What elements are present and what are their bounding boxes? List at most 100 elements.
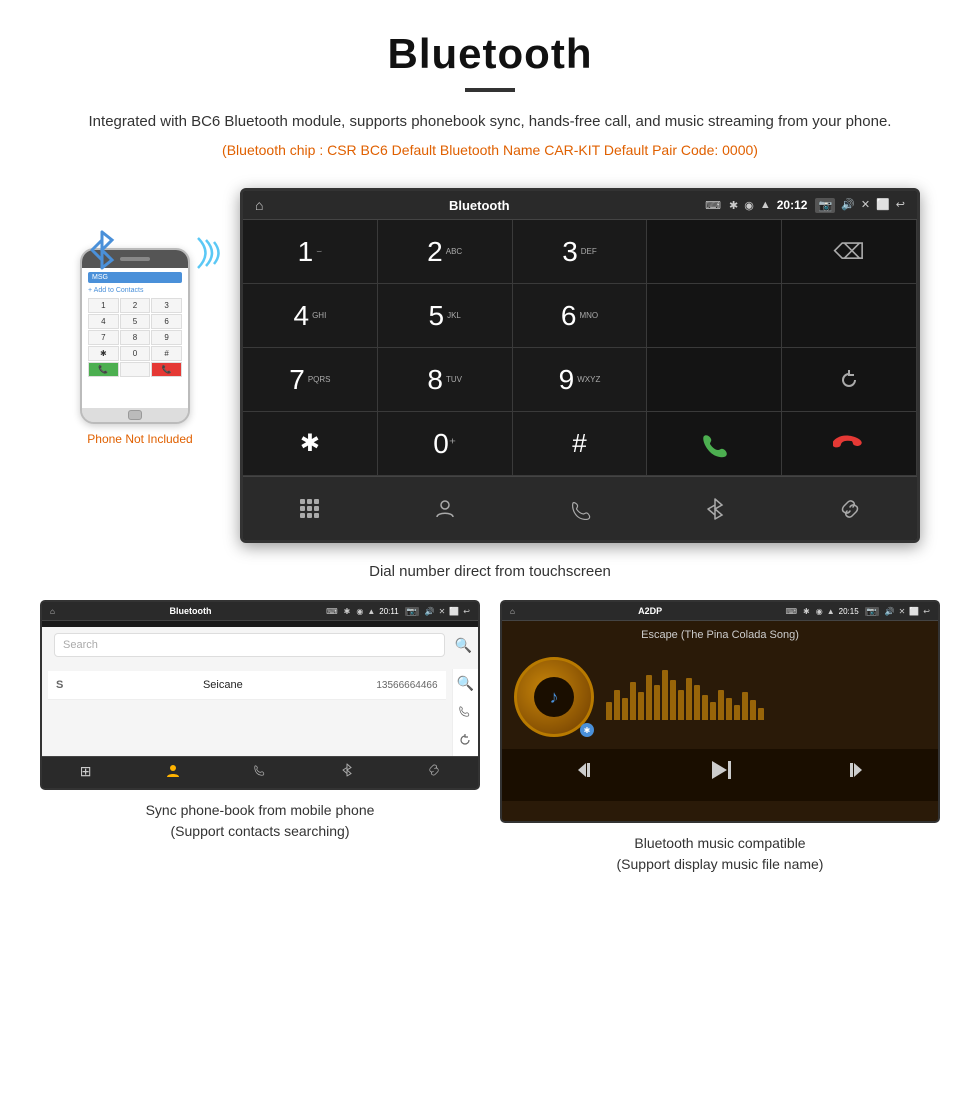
pb-main: S Seicane 13566664466 🔍: [42, 669, 478, 756]
dial-key-star[interactable]: ✱: [243, 412, 378, 476]
bottom-nav: [243, 476, 917, 540]
pb-list: S Seicane 13566664466: [42, 669, 452, 756]
location-icon: ◉: [744, 199, 754, 212]
phone-area: MSG + Add to Contacts 123 456 789 ✱0# 📞 …: [60, 188, 220, 446]
bottom-screenshots: ⌂ Bluetooth ⌨ ✱ ◉ ▲ 20:11 📷 🔊 ✕ ⬜ ↩ Sear…: [0, 600, 980, 895]
music-controls: [502, 749, 938, 801]
music-top-area: ♪ ✱: [502, 645, 938, 749]
music-caption-line1: Bluetooth music compatible: [617, 833, 824, 854]
dial-key-5[interactable]: 5 JKL: [378, 284, 513, 348]
eq-bars: [606, 672, 926, 722]
page-specs: (Bluetooth chip : CSR BC6 Default Blueto…: [80, 142, 900, 158]
music-usb-icon: ⌨: [786, 607, 798, 616]
camera-icon[interactable]: 📷: [815, 198, 835, 213]
pb-vol-icon: 🔊: [425, 607, 435, 616]
bt-status-icon: ✱: [729, 199, 738, 212]
pb-nav-bt[interactable]: [304, 763, 391, 782]
music-home-icon: ⌂: [510, 607, 515, 616]
dial-call-green[interactable]: [647, 412, 782, 476]
search-placeholder: Search: [63, 639, 98, 651]
dial-key-0[interactable]: 0⁺: [378, 412, 513, 476]
dial-key-8[interactable]: 8 TUV: [378, 348, 513, 412]
volume-icon[interactable]: 🔊: [841, 198, 855, 213]
music-cam-icon: 📷: [865, 607, 879, 616]
nav-dialpad[interactable]: [243, 477, 378, 540]
search-icon[interactable]: 🔍: [455, 637, 472, 654]
contact-name: Seicane: [203, 679, 243, 691]
music-bt-icon: ✱: [803, 607, 810, 616]
music-close-icon: ✕: [899, 607, 906, 616]
dial-key-6[interactable]: 6 MNO: [513, 284, 648, 348]
dial-key-4[interactable]: 4 GHI: [243, 284, 378, 348]
music-screen: ⌂ A2DP ⌨ ✱ ◉ ▲ 20:15 📷 🔊 ✕ ⬜ ↩ Escape (T…: [500, 600, 940, 823]
bluetooth-waves: [188, 228, 228, 278]
music-vol-icon: 🔊: [885, 607, 895, 616]
nav-phone[interactable]: [513, 477, 648, 540]
dial-key-9[interactable]: 9 WXYZ: [513, 348, 648, 412]
contact-number: 13566664466: [376, 680, 437, 691]
car-screen: ⌂ Bluetooth ⌨ ✱ ◉ ▲ 20:12 📷 🔊 ✕ ⬜ ↩: [240, 188, 920, 543]
status-right-icons: 📷 🔊 ✕ ⬜ ↩: [815, 198, 905, 213]
car-screen-container: ⌂ Bluetooth ⌨ ✱ ◉ ▲ 20:12 📷 🔊 ✕ ⬜ ↩: [240, 188, 920, 543]
window-icon[interactable]: ⬜: [876, 198, 890, 213]
pb-phone-icon[interactable]: [457, 704, 474, 721]
dial-key-2[interactable]: 2 ABC: [378, 220, 513, 284]
nav-bluetooth[interactable]: [647, 477, 782, 540]
music-note-icon: ♪: [550, 687, 559, 708]
pb-time: 20:11: [379, 607, 398, 616]
screen-title: Bluetooth: [273, 198, 685, 213]
music-caption-line2: (Support display music file name): [617, 854, 824, 875]
song-title: Escape (The Pina Colada Song): [502, 621, 938, 645]
contact-letter: S: [56, 679, 63, 691]
wifi-icon: ▲: [760, 199, 771, 211]
pb-nav-dialpad[interactable]: ⊞: [42, 763, 129, 782]
pb-bt-icon: ✱: [344, 607, 351, 616]
status-bar: ⌂ Bluetooth ⌨ ✱ ◉ ▲ 20:12 📷 🔊 ✕ ⬜ ↩: [243, 191, 917, 220]
close-x-icon[interactable]: ✕: [861, 198, 870, 213]
main-demo-area: MSG + Add to Contacts 123 456 789 ✱0# 📞 …: [0, 168, 980, 553]
phonebook-caption-line2: (Support contacts searching): [146, 821, 375, 842]
pb-search-icon[interactable]: 🔍: [457, 675, 474, 692]
pb-bottom-nav: ⊞: [42, 756, 478, 788]
phonebook-caption: Sync phone-book from mobile phone (Suppo…: [146, 800, 375, 842]
dial-refresh[interactable]: [782, 348, 917, 412]
dial-caption: Dial number direct from touchscreen: [0, 553, 980, 600]
status-time: 20:12: [777, 198, 808, 212]
contact-row[interactable]: S Seicane 13566664466: [48, 671, 446, 700]
page-title: Bluetooth: [80, 30, 900, 78]
home-icon[interactable]: ⌂: [255, 197, 263, 213]
dial-backspace[interactable]: ⌫: [782, 220, 917, 284]
bt-badge: ✱: [580, 723, 594, 737]
phonebook-screen: ⌂ Bluetooth ⌨ ✱ ◉ ▲ 20:11 📷 🔊 ✕ ⬜ ↩ Sear…: [40, 600, 480, 790]
pb-wifi-icon: ▲: [367, 607, 375, 616]
music-wifi-icon: ▲: [827, 607, 835, 616]
dial-key-3[interactable]: 3 DEF: [513, 220, 648, 284]
pb-status-bar: ⌂ Bluetooth ⌨ ✱ ◉ ▲ 20:11 📷 🔊 ✕ ⬜ ↩: [42, 602, 478, 621]
dial-key-1[interactable]: 1⌣: [243, 220, 378, 284]
nav-contacts[interactable]: [378, 477, 513, 540]
pb-refresh-icon[interactable]: [457, 733, 474, 750]
pb-usb-icon: ⌨: [326, 607, 338, 616]
dialpad: 1⌣ 2 ABC 3 DEF ⌫ 4 GHI 5 JKL: [243, 220, 917, 540]
dial-key-hash[interactable]: #: [513, 412, 648, 476]
next-button[interactable]: [844, 759, 866, 787]
dial-key-7[interactable]: 7 PQRS: [243, 348, 378, 412]
prev-button[interactable]: [574, 759, 596, 787]
pb-nav-link[interactable]: [391, 763, 478, 782]
dial-call-red[interactable]: [782, 412, 917, 476]
eq-container: [606, 672, 926, 722]
usb-icon: ⌨: [705, 199, 721, 212]
music-back-icon: ↩: [923, 607, 930, 616]
back-icon[interactable]: ↩: [896, 198, 905, 213]
pb-win-icon: ⬜: [449, 607, 459, 616]
search-bar[interactable]: Search: [54, 633, 445, 657]
music-loc-icon: ◉: [816, 607, 823, 616]
phone-wrapper: MSG + Add to Contacts 123 456 789 ✱0# 📞 …: [80, 218, 200, 424]
pb-nav-contacts[interactable]: [129, 763, 216, 782]
status-icons: ✱ ◉ ▲ 20:12: [729, 198, 807, 212]
phonebook-content: Search 🔍 S Seicane 13566664466 🔍: [42, 627, 478, 756]
music-status-bar: ⌂ A2DP ⌨ ✱ ◉ ▲ 20:15 📷 🔊 ✕ ⬜ ↩: [502, 602, 938, 621]
nav-link[interactable]: [782, 477, 917, 540]
pb-nav-phone[interactable]: [216, 763, 303, 782]
play-pause-button[interactable]: [707, 757, 733, 789]
